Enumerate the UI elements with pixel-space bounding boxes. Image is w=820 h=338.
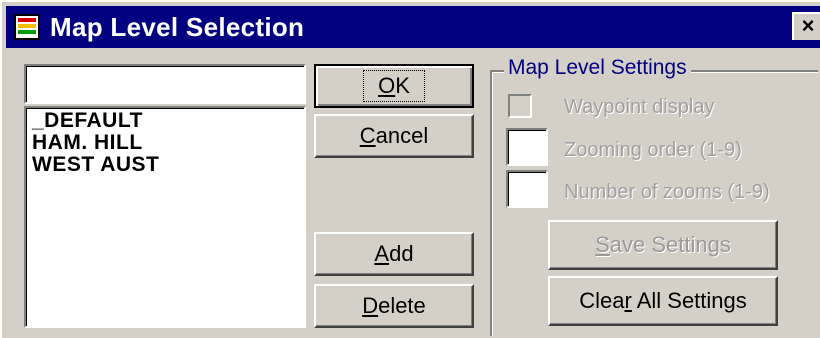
list-item[interactable]: _DEFAULT bbox=[32, 110, 304, 132]
add-label: Add bbox=[374, 241, 414, 266]
save-settings-button[interactable]: Save Settings bbox=[548, 220, 778, 270]
waypoint-display-label: Waypoint display bbox=[564, 96, 715, 118]
cancel-label: Cancel bbox=[359, 123, 429, 148]
number-of-zooms-label: Number of zooms (1-9) bbox=[564, 181, 770, 203]
cancel-button[interactable]: Cancel bbox=[314, 114, 474, 158]
close-icon[interactable]: × bbox=[792, 12, 820, 40]
waypoint-display-checkbox[interactable] bbox=[508, 94, 532, 118]
list-item[interactable]: WEST AUST bbox=[32, 154, 304, 176]
clear-all-settings-button[interactable]: Clear All Settings bbox=[548, 276, 778, 326]
zooming-order-field[interactable] bbox=[506, 128, 548, 166]
map-level-name-input[interactable] bbox=[24, 64, 306, 104]
map-level-selection-dialog: Map Level Selection × _DEFAULT HAM. HILL… bbox=[0, 0, 820, 338]
map-app-icon bbox=[14, 14, 40, 40]
clear-all-settings-label: Clear All Settings bbox=[579, 288, 747, 313]
delete-button[interactable]: Delete bbox=[314, 284, 474, 328]
map-level-list[interactable]: _DEFAULT HAM. HILL WEST AUST bbox=[24, 106, 306, 328]
delete-label: Delete bbox=[362, 293, 426, 318]
ok-button[interactable]: OK bbox=[314, 64, 474, 108]
focus-rect: OK bbox=[363, 70, 425, 102]
add-button[interactable]: Add bbox=[314, 232, 474, 276]
save-settings-label: Save Settings bbox=[595, 232, 731, 257]
settings-group-title: Map Level Settings bbox=[504, 56, 691, 80]
number-of-zooms-field[interactable] bbox=[506, 170, 548, 208]
window-title: Map Level Selection bbox=[50, 12, 305, 42]
list-item[interactable]: HAM. HILL bbox=[32, 132, 304, 154]
title-bar: Map Level Selection bbox=[6, 6, 820, 48]
zooming-order-label: Zooming order (1-9) bbox=[564, 139, 742, 161]
